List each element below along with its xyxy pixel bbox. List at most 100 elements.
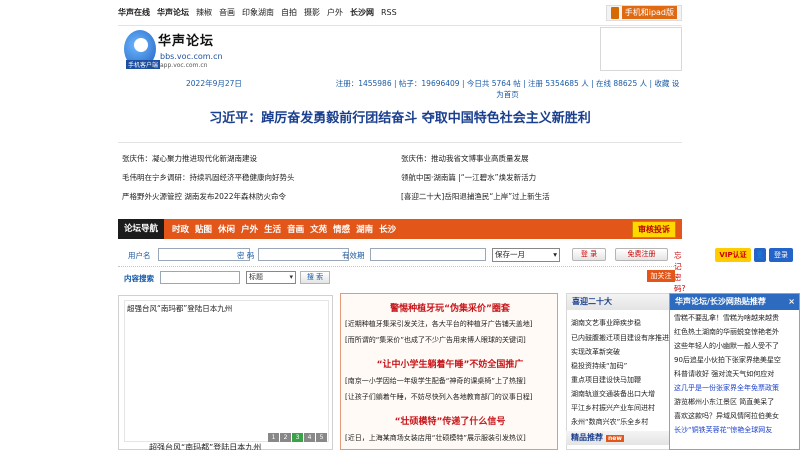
commentary-line[interactable]: [南京一小学因给一年级学生配备“神奇的课桌椅”上了热搜] [345,376,526,386]
news-item[interactable]: 领航中国·湖南篇 |“一江碧水”焕发新活力 [401,172,536,183]
mobile-label: 手机和ipad版 [621,6,677,19]
complain-button[interactable]: 审核投诉 [632,220,676,238]
commentary-heading[interactable]: “让中小学生躺着午睡”不妨全国推广 [341,357,557,370]
username-label: 用户名 [128,251,151,260]
hot-post-item[interactable]: 90后追星小伙拍下张家界绝美星空 [674,355,781,365]
nav-lajiao[interactable]: 辣椒 [196,7,212,18]
search-scope-select[interactable]: 标题 [246,271,296,284]
forum-nav-item[interactable]: 音画 [287,223,304,235]
nav-rss[interactable]: RSS [381,8,397,17]
logo-url: bbs.voc.com.cn [160,52,223,61]
forum-nav-item[interactable]: 情感 [333,223,350,235]
mobile-version-button[interactable]: 手机和ipad版 [605,4,682,21]
commentary-line[interactable]: [让孩子们躺着午睡，不妨尽快列入各地教育部门的议事日程] [345,392,532,402]
search-label: 内容搜索 [124,274,154,283]
date: 2022年9月27日 [186,79,242,88]
pager-button[interactable]: 4 [304,433,315,442]
congress-item[interactable]: 湖南轨道交通装备出口大增 [571,389,655,399]
congress-item[interactable]: 湖南文艺事业蹄疾步稳 [571,318,641,328]
nav-changsha[interactable]: 长沙网 [350,7,374,18]
nav-huwai[interactable]: 户外 [327,7,343,18]
pager-button[interactable]: 1 [268,433,279,442]
forum-nav-item[interactable]: 时政 [172,223,189,235]
hot-post-item[interactable]: 科普请收好 强对流天气如何应对 [674,369,774,379]
nav-hsforum[interactable]: 华声论坛 [157,7,189,18]
nav-sheying[interactable]: 摄影 [304,7,320,18]
hot-post-item[interactable]: 这些年轻人的小幽默一般人受不了 [674,341,779,351]
congress-panel: 喜迎二十大 湖南文艺事业蹄疾步稳 已内鼓腹搬迁项目建设有序推进 实现改革新突破 … [566,293,682,450]
stats-text: 注册：1455986 | 帖子：19696409 | 今日共 5764 帖 | … [335,79,680,99]
forum-nav-bar: 论坛导航 时政 贴图 休闲 户外 生活 音画 文苑 情感 湖南 长沙 审核投诉 [118,219,682,239]
main-headline[interactable]: 习近平：踔厉奋发勇毅前行团结奋斗 夺取中国特色社会主义新胜利 [118,107,682,126]
pager-button[interactable]: 2 [280,433,291,442]
commentary-heading[interactable]: 警惕种植牙玩“伪集采价”圈套 [341,301,557,314]
new-badge: new [606,435,624,442]
forum-nav-item[interactable]: 长沙 [379,223,396,235]
search-button[interactable]: 搜 索 [300,271,330,284]
congress-item[interactable]: 实现改革新突破 [571,347,620,357]
congress-item[interactable]: 已内鼓腹搬迁项目建设有序推进 [571,333,669,343]
news-item[interactable]: 严格野外火源管控 湖南发布2022年森林防火命令 [122,191,286,202]
user-icon[interactable]: 👤 [754,248,766,262]
close-icon[interactable]: × [788,294,795,310]
commentary-line[interactable]: [近期种植牙集采引发关注，各大平台的种植牙广告铺天盖地] [345,319,532,329]
hot-post-item[interactable]: 游览郴州小东江景区 简直美呆了 [674,397,774,407]
divider [118,25,682,26]
register-button[interactable]: 免费注册 [615,248,668,261]
search-input[interactable] [160,271,240,284]
slide-caption[interactable]: 超强台风“南玛都”登陆日本九州 [149,442,261,450]
slide-pager: 1 2 3 4 5 [267,433,327,442]
password-input[interactable] [258,248,349,261]
forum-nav-item[interactable]: 文苑 [310,223,327,235]
slideshow-image[interactable]: 超强台风“南玛都”登陆日本九州 [124,300,329,442]
nav-yinhua[interactable]: 音画 [219,7,235,18]
news-item[interactable]: [喜迎二十大]岳阳退捕渔民“上岸”过上新生活 [401,191,550,202]
logo-name: 华声论坛 [158,34,215,49]
top-nav: 华声在线 华声论坛 辣椒 音画 印象湖南 自拍 摄影 户外 长沙网 RSS 手机… [118,0,682,25]
hot-post-item[interactable]: 喜欢这款吗？异域风情阿拉伯美女 [674,411,779,421]
forum-nav-item[interactable]: 湖南 [356,223,373,235]
hot-post-item[interactable]: 这几乎是一份张家界全年免票政策 [674,383,779,393]
nav-yinxiang[interactable]: 印象湖南 [242,7,274,18]
nav-hsonline[interactable]: 华声在线 [118,7,150,18]
ad-box[interactable] [600,27,682,71]
congress-heading[interactable]: 喜迎二十大 [567,294,681,310]
hot-post-item[interactable]: 雪糕不要乱拿！雪糕为啥越来越贵 [674,313,779,323]
commentary-panel: 警惕种植牙玩“伪集采价”圈套 [近期种植牙集采引发关注，各大平台的种植牙广告铺天… [340,293,558,450]
validity-text-input[interactable] [370,248,486,261]
news-item[interactable]: 张庆伟：推动我省文博事业高质量发展 [401,153,529,164]
vip-badge[interactable]: VIP认证 [715,248,751,262]
commentary-heading[interactable]: “壮硕模特”传递了什么信号 [341,414,557,427]
login-alt-button[interactable]: 登录 [769,248,793,262]
commentary-line[interactable]: [近日，上海某商场女装店用“壮硕模特”展示服装引发热议] [345,433,526,443]
pager-button[interactable]: 5 [316,433,327,442]
forum-nav-item[interactable]: 户外 [241,223,258,235]
recommend-label: 精品推荐 [571,433,603,442]
congress-item[interactable]: 重点项目建设快马加鞭 [571,375,641,385]
congress-item[interactable]: 稳投资持续“加码” [571,361,627,371]
login-button[interactable]: 登 录 [572,248,606,261]
pager-button-active[interactable]: 3 [292,433,303,442]
congress-item[interactable]: 平江乡村振兴产业车间进村 [571,403,655,413]
feature-slideshow[interactable]: 超强台风“南玛都”登陆日本九州 1 2 3 4 5 超强台风“南玛都”登陆日本九… [118,295,333,450]
forum-nav-item[interactable]: 生活 [264,223,281,235]
news-item[interactable]: 张庆伟：凝心聚力推进现代化新湖南建设 [122,153,257,164]
forum-logo[interactable]: 华声论坛 bbs.voc.com.cn 手机客户端 app.voc.com.cn [124,28,224,72]
recommend-heading[interactable]: 精品推荐 new [566,431,682,445]
validity-select[interactable]: 保存一月 [492,248,560,262]
follow-button[interactable]: 加关注 [647,270,675,282]
login-form: 用户名 密 码 有效期 保存一月 登 录 免费注册 忘记密码? VIP认证 👤 … [118,244,793,293]
forum-nav-title: 论坛导航 [118,219,165,239]
phone-icon [610,6,619,19]
nav-zipai[interactable]: 自拍 [281,7,297,18]
popup-title: 华声论坛/长沙网热贴推荐 [675,297,766,306]
hot-post-item[interactable]: 红色热土湖南的华丽蜕变惊艳老外 [674,327,779,337]
hot-post-item[interactable]: 长沙“铜铁芙蓉花”惊艳全球网友 [674,425,772,435]
congress-item[interactable]: 永州“数商兴农”乐全乡村 [571,417,648,427]
popup-header: 华声论坛/长沙网热贴推荐 × [670,294,799,310]
forum-nav-item[interactable]: 休闲 [218,223,235,235]
commentary-line[interactable]: [而所谓的“集采价”也成了不少广告用来博人眼球的关键词] [345,335,526,345]
forum-nav-item[interactable]: 贴图 [195,223,212,235]
search-bar: 内容搜索 标题 搜 索 [118,268,682,288]
news-item[interactable]: 毛伟明在宁乡调研：持续巩固经济平稳健康向好势头 [122,172,295,183]
